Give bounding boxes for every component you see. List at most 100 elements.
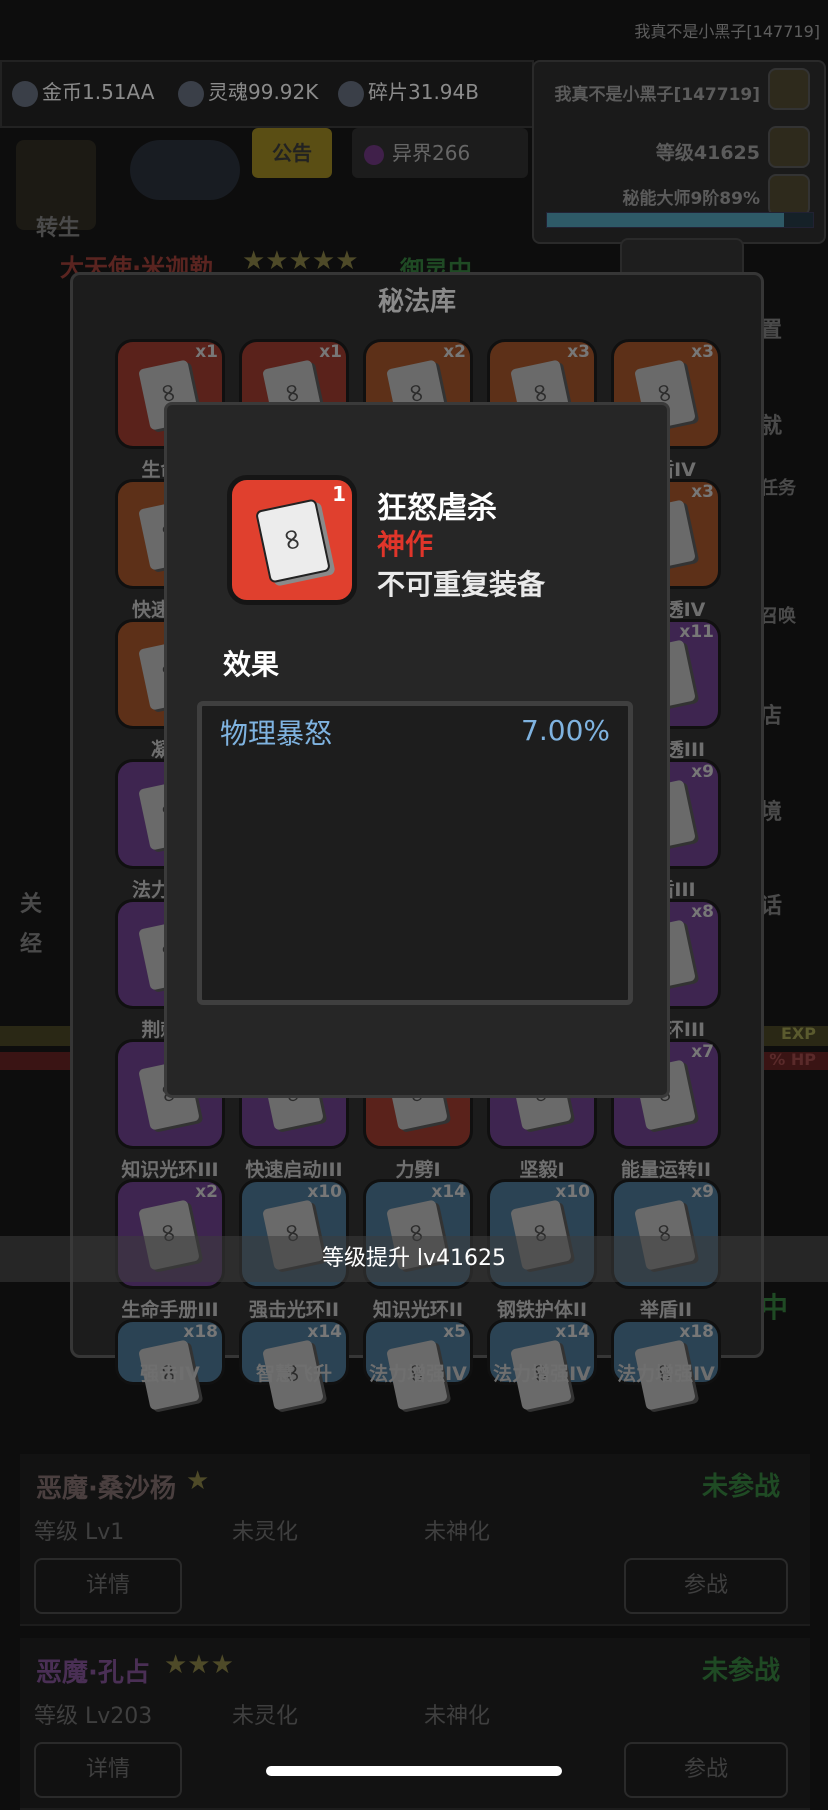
slot-count: x14 xyxy=(307,1322,342,1342)
item-rarity: 神作 xyxy=(377,528,434,561)
slot-count: x1 xyxy=(319,342,342,362)
detail-button[interactable]: 详情 xyxy=(34,1558,182,1614)
slot-name: 法力增强IV xyxy=(493,1363,591,1385)
player-name: 我真不是小黑子[147719] xyxy=(554,85,760,105)
hero-status-2: 中 xyxy=(760,1291,789,1324)
slot-name: 知识光环III xyxy=(121,1159,219,1181)
slot-name: 智慧飞升 xyxy=(255,1363,332,1385)
slot-count: x1 xyxy=(195,342,218,362)
wing-icon xyxy=(768,68,810,110)
title-progress-bar xyxy=(546,212,814,228)
slot-name: 法力增强IV xyxy=(369,1363,467,1385)
detail-button[interactable]: 详情 xyxy=(34,1742,182,1798)
slot-count: x14 xyxy=(555,1322,590,1342)
slot-count: x3 xyxy=(691,342,714,362)
arcane-book-icon: 1 xyxy=(227,475,357,605)
character-status: 未参战 xyxy=(701,1656,780,1686)
slot-count: x11 xyxy=(679,622,714,642)
swirl-icon xyxy=(768,174,810,216)
title-progress-fill xyxy=(547,213,784,227)
library-title: 秘法库 xyxy=(377,287,456,317)
notice-button[interactable]: 公告 xyxy=(252,128,332,178)
character-card: 恶魔·孔占 ★★★ 未参战 等级 Lv203 未灵化 未神化 详情 参战 xyxy=(20,1638,810,1810)
slot-count: x9 xyxy=(691,1182,714,1202)
level-up-toast: 等级提升 lv41625 xyxy=(0,1236,828,1282)
slot-name: 能量运转II xyxy=(620,1159,712,1181)
hp-label: % HP xyxy=(769,1050,816,1069)
character-spirit: 未灵化 xyxy=(232,1704,299,1729)
slot-count: x18 xyxy=(679,1322,714,1342)
slot-name: 强击光环II xyxy=(248,1299,340,1321)
world-button[interactable]: 异界266 xyxy=(352,128,528,178)
stage-label: 关 xyxy=(20,892,43,917)
character-spirit: 未灵化 xyxy=(232,1520,299,1545)
item-detail-popup[interactable]: 1 狂怒虐杀 神作 不可重复装备 效果 物理暴怒 7.00% xyxy=(164,402,670,1098)
rebirth-button[interactable]: 转生 xyxy=(16,140,96,241)
shard-resource: 碎片31.94B xyxy=(338,76,479,107)
character-level: 等级 Lv1 xyxy=(34,1520,125,1545)
book-icon xyxy=(254,498,332,584)
slot-name: 钢铁护体II xyxy=(496,1299,588,1321)
player-title: 秘能大师9阶89% xyxy=(622,189,760,209)
slot-name: 坚毅I xyxy=(519,1159,565,1181)
effect-box: 物理暴怒 7.00% xyxy=(197,701,633,1005)
slot-count: x18 xyxy=(183,1322,218,1342)
effect-value: 7.00% xyxy=(521,714,610,747)
task-label[interactable]: 任务 xyxy=(760,474,796,500)
join-battle-button[interactable]: 参战 xyxy=(624,1558,788,1614)
slot-count: x14 xyxy=(431,1182,466,1202)
slot-count: x10 xyxy=(307,1182,342,1202)
slot-count: x5 xyxy=(443,1322,466,1342)
player-level: 等级41625 xyxy=(655,142,760,164)
slot-count: x3 xyxy=(691,482,714,502)
character-divine: 未神化 xyxy=(424,1704,491,1729)
character-name: 恶魔·桑沙杨 xyxy=(36,1474,176,1504)
exp-left-label: 经 xyxy=(20,932,43,957)
character-status: 未参战 xyxy=(701,1472,780,1502)
crown-icon xyxy=(768,126,810,168)
slot-name: 法力增强IV xyxy=(617,1363,715,1385)
effect-title: 效果 xyxy=(223,648,280,681)
artifact-icon[interactable] xyxy=(130,140,240,200)
slot-count: x7 xyxy=(691,1042,714,1062)
slot-name: 强击IV xyxy=(140,1363,200,1385)
exp-label: EXP xyxy=(781,1024,816,1043)
slot-name: 生命手册III xyxy=(121,1299,219,1321)
item-name: 狂怒虐杀 xyxy=(377,491,497,526)
coin-resource: 金币1.51AA xyxy=(12,76,154,107)
resource-bar: 金币1.51AA 灵魂99.92K 碎片31.94B xyxy=(0,60,534,128)
slot-count: x9 xyxy=(691,762,714,782)
portal-icon xyxy=(364,144,384,165)
slot-name: 快速启动III xyxy=(245,1159,343,1181)
join-battle-button[interactable]: 参战 xyxy=(624,1742,788,1798)
library-slot[interactable]: x5 法力增强IV xyxy=(363,1319,473,1411)
character-stars: ★★★ xyxy=(164,1650,234,1680)
top-player-name: 我真不是小黑子[147719] xyxy=(634,22,820,41)
slot-count: x10 xyxy=(555,1182,590,1202)
library-slot[interactable]: x14 智慧飞升 xyxy=(239,1319,349,1411)
library-slot[interactable]: x18 法力增强IV xyxy=(611,1319,721,1411)
slot-count: x3 xyxy=(567,342,590,362)
character-divine: 未神化 xyxy=(424,1520,491,1545)
slot-count: x8 xyxy=(691,902,714,922)
soul-resource: 灵魂99.92K xyxy=(178,76,318,107)
home-indicator[interactable] xyxy=(266,1766,562,1776)
effect-name: 物理暴怒 xyxy=(220,717,333,750)
player-panel[interactable]: 我真不是小黑子[147719] 等级41625 秘能大师9阶89% xyxy=(532,60,826,244)
shard-icon xyxy=(338,80,364,107)
slot-name: 举盾II xyxy=(639,1299,693,1321)
library-slot[interactable]: x18 强击IV xyxy=(115,1319,225,1411)
soul-icon xyxy=(178,80,204,107)
equip-note: 不可重复装备 xyxy=(377,568,546,601)
slot-count: x2 xyxy=(443,342,466,362)
slot-name: 力劈I xyxy=(395,1159,441,1181)
character-level: 等级 Lv203 xyxy=(34,1704,153,1729)
item-count: 1 xyxy=(332,482,346,506)
coin-icon xyxy=(12,80,38,107)
character-stars: ★ xyxy=(186,1466,210,1496)
summon-label[interactable]: 召唤 xyxy=(760,602,796,628)
character-name: 恶魔·孔占 xyxy=(36,1658,150,1688)
character-card: 恶魔·桑沙杨 ★ 未参战 等级 Lv1 未灵化 未神化 详情 参战 xyxy=(20,1454,810,1626)
library-slot[interactable]: x14 法力增强IV xyxy=(487,1319,597,1411)
slot-count: x2 xyxy=(195,1182,218,1202)
